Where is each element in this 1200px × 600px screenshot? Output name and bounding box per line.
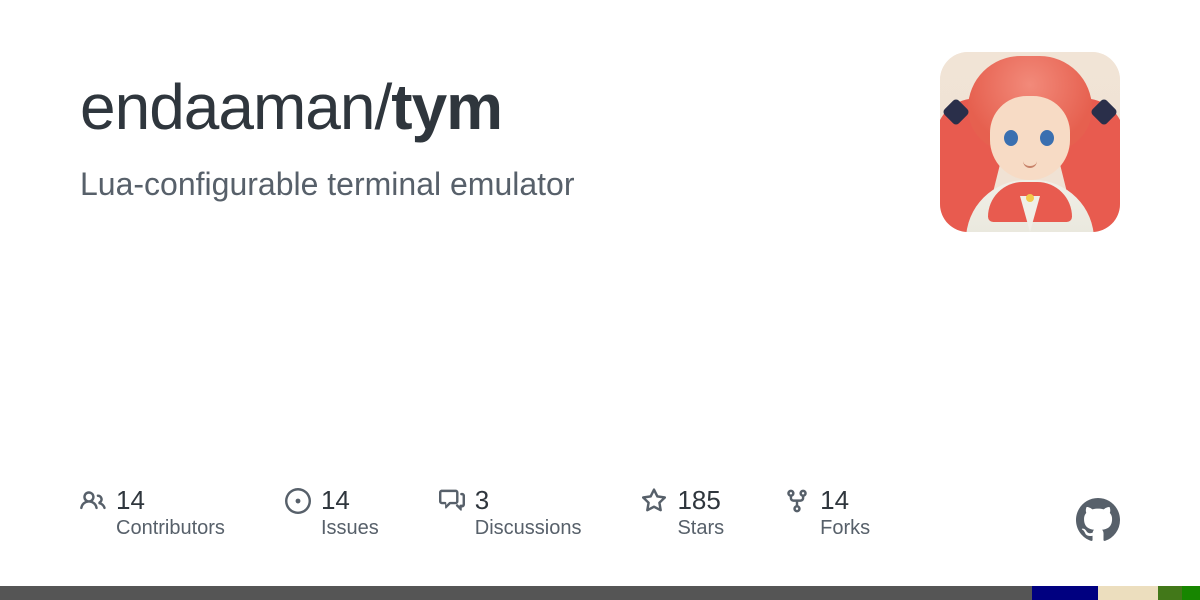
owner-avatar[interactable] — [940, 52, 1120, 232]
people-icon — [80, 488, 106, 514]
fork-icon — [784, 488, 810, 514]
stat-count: 185 — [677, 486, 724, 515]
avatar-eye — [1040, 130, 1054, 146]
language-bar — [0, 586, 1200, 600]
stat-label: Issues — [321, 517, 379, 540]
stat-forks[interactable]: 14 Forks — [784, 486, 870, 540]
stat-discussions[interactable]: 3 Discussions — [439, 486, 582, 540]
repo-owner[interactable]: endaaman — [80, 71, 374, 143]
star-icon — [641, 488, 667, 514]
stat-text: 14 Contributors — [116, 486, 225, 540]
stat-label: Forks — [820, 517, 870, 540]
stat-label: Stars — [677, 517, 724, 540]
repo-title[interactable]: endaaman/tym — [80, 72, 900, 142]
avatar-eye — [1004, 130, 1018, 146]
stat-count: 3 — [475, 486, 582, 515]
title-block: endaaman/tym Lua-configurable terminal e… — [80, 72, 900, 203]
github-logo-icon[interactable] — [1076, 498, 1120, 542]
repo-description: Lua-configurable terminal emulator — [80, 166, 900, 203]
language-segment — [1158, 586, 1182, 600]
stat-text: 185 Stars — [677, 486, 724, 540]
stat-label: Contributors — [116, 517, 225, 540]
stat-count: 14 — [820, 486, 870, 515]
stat-stars[interactable]: 185 Stars — [641, 486, 724, 540]
language-segment — [1182, 586, 1200, 600]
stat-text: 14 Forks — [820, 486, 870, 540]
issue-icon — [285, 488, 311, 514]
stat-contributors[interactable]: 14 Contributors — [80, 486, 225, 540]
stat-count: 14 — [116, 486, 225, 515]
title-separator: / — [374, 71, 391, 143]
language-segment — [1098, 586, 1158, 600]
stat-text: 3 Discussions — [475, 486, 582, 540]
stats-row: 14 Contributors 14 Issues 3 Discussions — [80, 486, 1120, 540]
stat-text: 14 Issues — [321, 486, 379, 540]
language-segment — [1032, 586, 1098, 600]
stat-issues[interactable]: 14 Issues — [285, 486, 379, 540]
discussion-icon — [439, 488, 465, 514]
stat-count: 14 — [321, 486, 379, 515]
avatar-button — [1026, 194, 1034, 202]
repo-name[interactable]: tym — [391, 71, 502, 143]
language-segment — [0, 586, 1032, 600]
stat-label: Discussions — [475, 517, 582, 540]
header-row: endaaman/tym Lua-configurable terminal e… — [80, 72, 1120, 232]
repo-social-card: endaaman/tym Lua-configurable terminal e… — [0, 0, 1200, 600]
